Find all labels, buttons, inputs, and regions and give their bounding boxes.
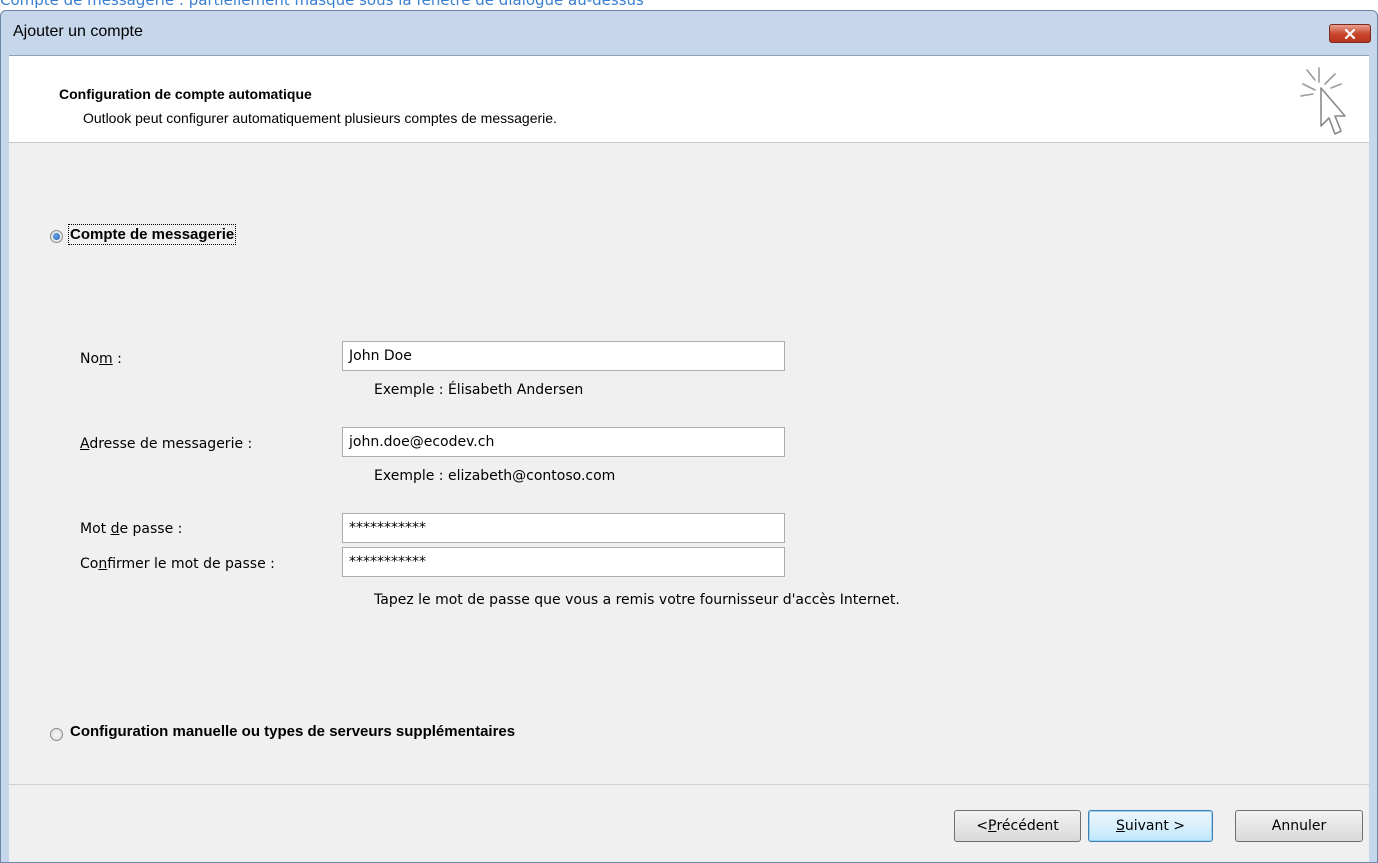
manual-config-label-text: Configuration manuelle ou types de serve… — [70, 723, 516, 740]
manual-config-label[interactable]: Configuration manuelle ou types de serve… — [70, 723, 515, 740]
email-account-label[interactable]: Compte de messagerie — [67, 224, 237, 245]
dialog-body: Configuration de compte automatique Outl… — [9, 55, 1369, 862]
name-hint: Exemple : Élisabeth Andersen — [374, 382, 584, 398]
manual-config-radio[interactable] — [50, 728, 63, 741]
password-label-post: e passe : — [119, 521, 183, 537]
footer-divider — [9, 784, 1369, 785]
close-button[interactable] — [1329, 24, 1371, 43]
title-bar: Ajouter un compte — [1, 11, 1377, 55]
back-button-accel: P — [988, 818, 997, 834]
email-account-radio[interactable] — [50, 230, 63, 243]
name-field[interactable]: John Doe — [342, 341, 785, 371]
password-label: Mot de passe : — [80, 521, 182, 537]
email-label-accel: A — [80, 436, 90, 452]
next-button-post: uivant > — [1124, 818, 1186, 834]
name-label-post: : — [112, 351, 122, 367]
cancel-button[interactable]: Annuler — [1235, 810, 1363, 842]
close-icon — [1344, 28, 1356, 39]
header-title: Configuration de compte automatique — [59, 86, 312, 102]
back-button-post: récédent — [996, 818, 1059, 834]
confirm-label-accel: n — [98, 556, 108, 572]
password-hint: Tapez le mot de passe que vous a remis v… — [374, 592, 900, 608]
background-window-text: Compte de messagerie : partiellement mas… — [0, 0, 644, 9]
next-button-accel: S — [1115, 818, 1125, 834]
name-label-pre: No — [80, 351, 100, 367]
next-button[interactable]: Suivant > — [1088, 810, 1213, 842]
back-button[interactable]: < Précédent — [954, 810, 1081, 842]
confirm-password-field[interactable]: *********** — [342, 547, 785, 577]
email-label-post: dresse de messagerie : — [89, 436, 253, 452]
cancel-button-label: Annuler — [1271, 818, 1327, 834]
email-field[interactable]: john.doe@ecodev.ch — [342, 427, 785, 457]
name-label-accel: m — [99, 351, 113, 367]
name-label: Nom : — [80, 351, 122, 367]
email-hint: Exemple : elizabeth@contoso.com — [374, 468, 616, 484]
add-account-dialog: Ajouter un compte Configuration de compt… — [0, 10, 1378, 863]
confirm-password-label: Confirmer le mot de passe : — [80, 556, 275, 572]
confirm-label-post: firmer le mot de passe : — [107, 556, 275, 572]
email-label: Adresse de messagerie : — [80, 436, 252, 452]
password-field[interactable]: *********** — [342, 513, 785, 543]
header-subtitle: Outlook peut configurer automatiquement … — [83, 110, 557, 126]
auto-config-cursor-icon — [1300, 67, 1346, 135]
password-label-pre: Mot — [80, 521, 111, 537]
back-button-pre: < — [976, 818, 989, 834]
wizard-header: Configuration de compte automatique Outl… — [9, 56, 1369, 143]
window-title: Ajouter un compte — [13, 23, 143, 40]
confirm-label-pre: Co — [80, 556, 99, 572]
